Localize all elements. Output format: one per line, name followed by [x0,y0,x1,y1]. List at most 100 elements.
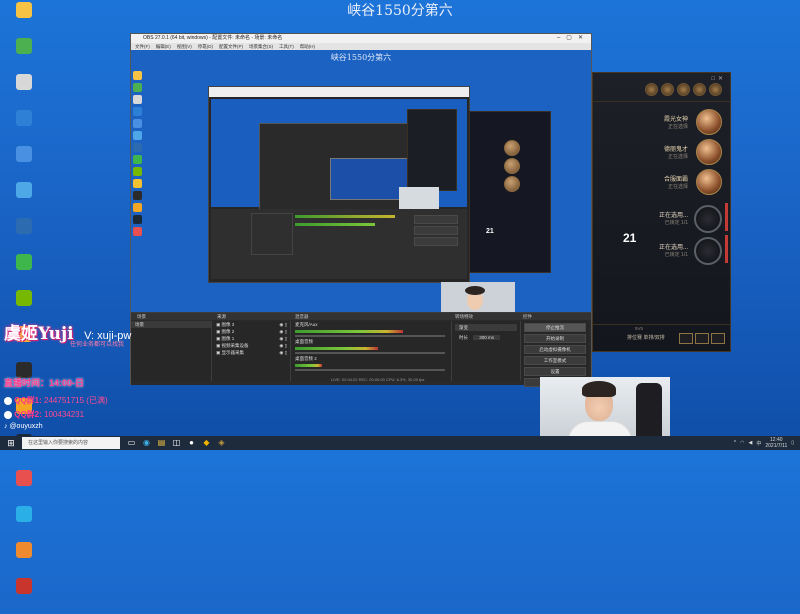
obs-preview[interactable]: 峡谷1550分第六 21 [131,50,591,312]
desktop-shortcut-icon[interactable] [2,146,46,178]
transitions-panel[interactable]: 渐变 时长 300 ms [452,321,521,381]
nested-ctrl [414,215,458,224]
edge-icon[interactable]: ◉ [141,437,152,448]
controls-panel: 停止推流开始录制启动虚拟摄像机工作室模式设置退出 [521,321,589,387]
control-button[interactable]: 开始录制 [524,334,586,343]
preview-title: 峡谷1550分第六 [330,53,392,62]
menu-item[interactable]: 帮助(H) [300,44,315,49]
desktop-shortcut-icon[interactable] [2,506,46,538]
visibility-lock-icons[interactable]: ◉ ▯ [279,335,287,342]
qq-group-2-label: QQ群2: [14,410,42,419]
app-icon [16,218,32,234]
desktop-shortcut-icon[interactable] [2,218,46,250]
volume-icon[interactable]: ◀ [748,440,752,446]
menu-item[interactable]: 工具(T) [279,44,294,49]
qq-group-2-value: 100434231 [44,410,85,419]
qq-group-1: QQ群1: 244751715 (已满) [4,395,108,406]
menu-item[interactable]: 配置文件(P) [219,44,243,49]
volume-slider[interactable] [295,335,445,337]
visibility-lock-icons[interactable]: ◉ ▯ [279,328,287,335]
control-button[interactable]: 设置 [524,367,586,376]
desktop-shortcut-icon[interactable] [2,2,46,34]
input-language[interactable]: 中 [756,440,761,447]
desktop-shortcut-icon[interactable] [2,110,46,142]
skin-button[interactable] [695,333,709,344]
lol-window-controls[interactable]: □✕ [711,75,726,82]
desktop-shortcut-icon[interactable] [2,182,46,214]
overlay-subtitle: 任何业务都可以找我 [70,342,125,348]
nested-ctrl [414,226,458,235]
desktop-shortcut-icon[interactable] [2,290,46,322]
menu-item[interactable]: 文件(F) [135,44,150,49]
nested-meter-1 [295,215,395,218]
empty-champion-slot [694,237,722,265]
app-icon [16,542,32,558]
transition-duration-value[interactable]: 300 ms [473,335,501,340]
obs-icon[interactable]: ● [186,437,197,448]
control-button[interactable]: 停止推流 [524,323,586,332]
lol-icon[interactable]: ◈ [216,437,227,448]
nested-meter-2 [295,223,375,226]
champion-portrait [696,139,722,165]
menu-item[interactable]: 场景集合(S) [249,44,273,49]
store-icon[interactable]: ◫ [171,437,182,448]
nested-sources [251,213,293,255]
obs-titlebar[interactable]: OBS 27.0.1 (64 bit, windows) - 配置文件: 未命名… [131,34,591,43]
dock-title[interactable]: 控件 [517,313,585,320]
settings-button[interactable] [711,333,725,344]
preview-lol-row [504,176,550,192]
source-item[interactable]: ▣ 显示器采集 ◉ ▯ [212,349,290,356]
emote-button[interactable] [679,333,693,344]
source-label: 显示器采集 [221,350,245,355]
visibility-lock-icons[interactable]: ◉ ▯ [279,321,287,328]
source-label: 视频采集设备 [221,343,249,348]
clock[interactable]: 12:40 2021/7/11 [765,437,787,449]
audio-mixer-panel[interactable]: 麦克风/Aux 桌面音频 桌面音频 2 [291,321,452,381]
nested-controls [411,213,461,269]
preview-lol-panel: 21 [469,111,551,273]
app-icon [16,146,32,162]
task-view-icon[interactable]: ▭ [126,437,137,448]
empty-champion-slot [694,205,722,233]
network-icon[interactable]: ◠ [740,440,744,446]
desktop-shortcut-icon[interactable] [2,254,46,286]
windows-start-icon[interactable]: ⊞ [2,436,20,450]
menu-item[interactable]: 视图(V) [177,44,192,49]
taskbar-search-input[interactable]: 在这里输入你要搜索的内容 [22,437,120,449]
control-button[interactable]: 工作室模式 [524,356,586,365]
volume-meter [295,347,378,350]
control-button[interactable]: 启动虚拟摄像机 [524,345,586,354]
transition-select[interactable]: 渐变 [455,324,517,331]
mixer-list: 麦克风/Aux 桌面音频 桌面音频 2 [291,321,451,371]
dock-title[interactable]: 转场特效 [449,313,517,320]
wegame-icon[interactable]: ◆ [201,437,212,448]
preview-timer: 21 [486,228,494,235]
desktop-shortcut-icon[interactable] [2,74,46,106]
mixer-channel: 麦克风/Aux [291,321,451,337]
ban-champion-icon [645,83,658,96]
menu-item[interactable]: 编辑(E) [156,44,171,49]
window-controls[interactable]: –▢✕ [557,34,589,43]
desktop-shortcut-icon[interactable] [2,470,46,502]
qq-icon [4,410,12,419]
desktop-shortcut-icon[interactable] [2,578,46,610]
pick-status: 已锁定 1/1 [664,252,688,258]
visibility-lock-icons[interactable]: ◉ ▯ [279,342,287,349]
app-icon [16,578,32,594]
champion-avatar [504,176,520,192]
desktop-shortcut-icon[interactable] [2,38,46,70]
desktop-shortcut-icon[interactable] [2,542,46,574]
ban-champion-icon [693,83,706,96]
app-icon [16,182,32,198]
volume-slider[interactable] [295,352,445,354]
file-explorer-icon[interactable]: ▤ [156,437,167,448]
dock-title[interactable]: 混音器 [289,313,449,320]
tray-chevron-icon[interactable]: ^ [734,440,736,446]
champion-portrait [696,169,722,195]
teammate-row-picking: 正在选用... 已锁定 1/1 [603,203,728,233]
visibility-lock-icons[interactable]: ◉ ▯ [279,349,287,356]
nested-obs-docks [211,209,467,279]
menu-item[interactable]: 停靠(D) [198,44,213,49]
notification-icon[interactable]: ▯ [791,440,794,446]
volume-slider[interactable] [295,369,445,371]
